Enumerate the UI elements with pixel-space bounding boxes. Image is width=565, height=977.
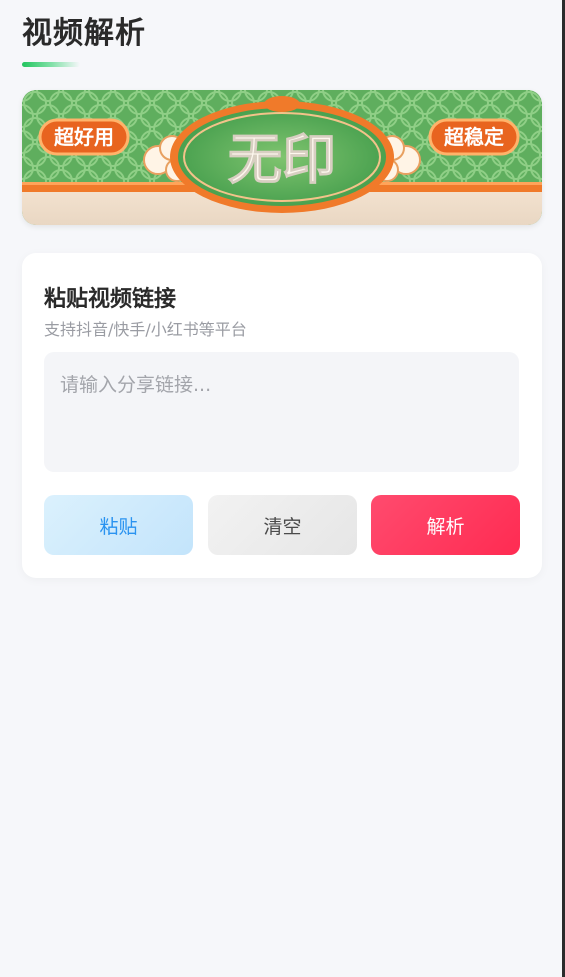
share-link-input[interactable] xyxy=(44,352,519,472)
page-title: 视频解析 xyxy=(22,16,146,51)
banner-right-tag: 超稳定 xyxy=(443,125,504,149)
banner-left-tag: 超好用 xyxy=(53,125,114,149)
paste-button[interactable]: 粘贴 xyxy=(44,495,193,555)
card-title: 粘贴视频链接 xyxy=(44,287,177,312)
parse-button[interactable]: 解析 xyxy=(371,495,520,555)
promo-banner[interactable]: 超好用 超稳定 无印 xyxy=(22,90,542,225)
title-underline xyxy=(22,62,80,67)
banner-center-text: 无印 xyxy=(228,128,336,191)
parse-card: 粘贴视频链接 支持抖音/快手/小红书等平台 粘贴 清空 解析 xyxy=(22,253,542,578)
clear-button[interactable]: 清空 xyxy=(208,495,357,555)
card-subtitle: 支持抖音/快手/小红书等平台 xyxy=(44,320,247,339)
banner-graphic: 超好用 超稳定 无印 xyxy=(22,90,542,225)
